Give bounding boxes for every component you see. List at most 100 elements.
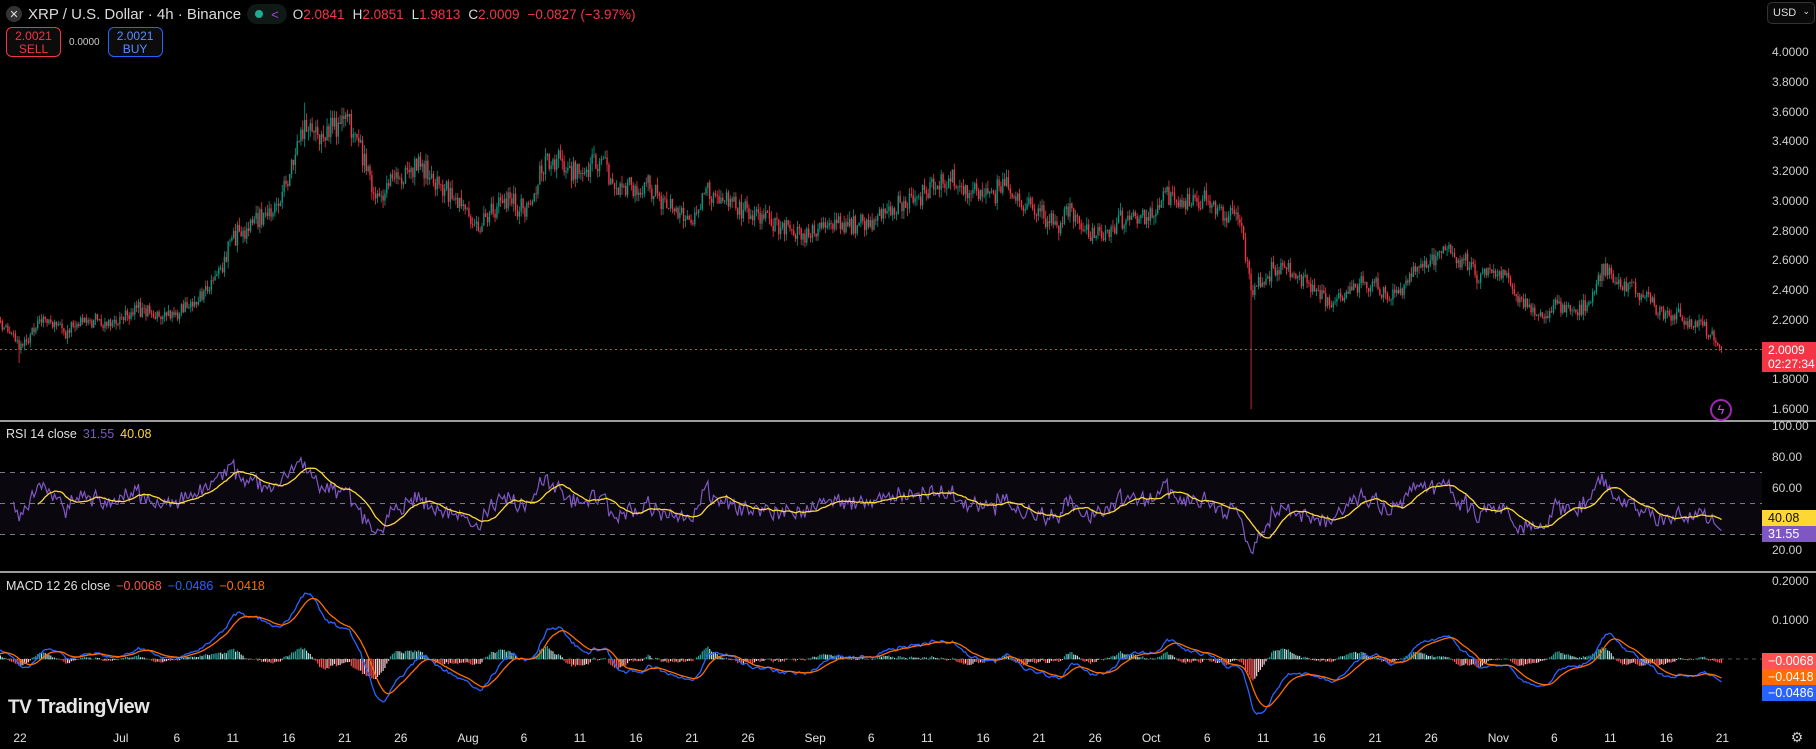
candle — [1526, 298, 1529, 307]
macd-histogram-bar — [641, 659, 644, 661]
macd-histogram-bar — [339, 659, 341, 665]
candle — [1457, 260, 1459, 264]
candle — [206, 286, 209, 292]
macd-histogram-bar — [244, 658, 246, 660]
macd-histogram-bar — [1340, 656, 1342, 660]
candle — [1388, 299, 1390, 301]
open-value: 2.0841 — [303, 6, 345, 22]
candle — [427, 160, 429, 180]
candle — [275, 203, 278, 205]
candle — [449, 187, 451, 202]
candle — [259, 209, 261, 228]
macd-histogram-bar — [1104, 658, 1107, 660]
macd-histogram-bar — [76, 659, 78, 660]
macd-histogram-bar — [854, 659, 856, 661]
macd-histogram-bar — [1069, 652, 1071, 660]
candle — [858, 223, 860, 226]
macd-histogram-bar — [559, 655, 561, 660]
macd-histogram-bar — [774, 659, 776, 661]
macd-histogram-bar — [765, 659, 767, 660]
macd-histogram-bar — [1704, 656, 1706, 660]
candle — [1153, 216, 1155, 218]
macd-histogram-bar — [1157, 657, 1159, 660]
macd-histogram-bar — [67, 659, 69, 664]
candle — [1003, 179, 1006, 186]
macd-histogram-bar — [582, 659, 584, 666]
macd-legend[interactable]: MACD 12 26 close −0.0068 −0.0486 −0.0418 — [6, 579, 265, 593]
candle — [147, 305, 149, 317]
macd-histogram-bar — [1035, 659, 1037, 664]
macd-histogram-bar — [1207, 659, 1209, 661]
candle — [1319, 290, 1321, 300]
lightning-icon[interactable]: ϟ — [1710, 399, 1732, 421]
macd-histogram-bar — [154, 659, 156, 663]
candle — [873, 219, 875, 230]
price-tick: 2.8000 — [1772, 223, 1809, 238]
candle — [1614, 281, 1616, 283]
candle — [378, 193, 381, 196]
currency-dropdown[interactable]: USD ⌄ — [1767, 2, 1815, 24]
tradingview-logo[interactable]: TV TradingView — [8, 696, 150, 719]
macd-histogram-bar — [1265, 659, 1267, 662]
macd-histogram-bar — [610, 659, 612, 665]
macd-histogram-bar — [1565, 654, 1568, 660]
chart-canvas[interactable] — [0, 0, 1816, 749]
candle — [1074, 215, 1077, 222]
macd-histogram-bar — [328, 659, 330, 669]
settings-icon[interactable]: ⚙ — [1788, 729, 1806, 747]
macd-histogram-bar — [457, 659, 459, 665]
candle — [87, 320, 89, 323]
candle — [438, 176, 440, 185]
macd-histogram-bar — [248, 659, 250, 660]
candle — [1254, 285, 1256, 295]
rsi-legend[interactable]: RSI 14 close 31.55 40.08 — [6, 427, 151, 441]
candle — [430, 173, 433, 178]
candle — [811, 225, 814, 238]
macd-histogram-bar — [1672, 659, 1674, 662]
sell-button[interactable]: 2.0021 SELL — [6, 27, 61, 57]
candle — [462, 204, 465, 207]
candle — [94, 314, 97, 320]
macd-histogram-bar — [1715, 659, 1717, 662]
candle — [5, 325, 7, 328]
candle — [931, 178, 933, 183]
macd-histogram-bar — [655, 657, 657, 660]
candle — [1283, 265, 1286, 268]
candle — [216, 274, 218, 277]
macd-histogram-bar — [1463, 659, 1465, 666]
macd-histogram-bar — [268, 659, 270, 662]
candle — [289, 174, 291, 186]
macd-tick: 0.2000 — [1772, 574, 1809, 588]
candle — [328, 126, 330, 138]
market-status[interactable]: < — [247, 4, 287, 24]
macd-histogram-bar — [630, 659, 632, 661]
ohlc-values: O2.0841 H2.0851 L1.9813 C2.0009 −0.0827 … — [292, 6, 636, 22]
macd-histogram-bar — [571, 659, 573, 667]
candle — [51, 322, 54, 328]
buy-button[interactable]: 2.0021 BUY — [107, 27, 163, 57]
candle — [238, 224, 241, 232]
candle — [481, 225, 483, 232]
tradingview-logo-icon: TV — [8, 696, 32, 718]
candle — [561, 158, 563, 162]
macd-histogram-bar — [905, 658, 907, 660]
macd-histogram-bar — [464, 659, 466, 663]
macd-histogram-bar — [1681, 658, 1683, 660]
candle — [122, 317, 125, 321]
candle — [804, 233, 806, 243]
macd-histogram-bar — [578, 659, 580, 666]
macd-histogram-bar — [1356, 653, 1359, 660]
symbol-title[interactable]: XRP / U.S. Dollar · 4h · Binance — [28, 6, 241, 23]
candle — [177, 312, 179, 320]
candle — [533, 193, 535, 202]
candle — [651, 188, 653, 200]
candle — [1007, 177, 1010, 189]
share-icon[interactable]: < — [271, 7, 279, 22]
candle — [598, 161, 601, 172]
candle — [1114, 227, 1116, 234]
macd-histogram-bar — [445, 659, 448, 663]
candle — [227, 241, 229, 262]
candle — [615, 188, 618, 189]
time-tick: Sep — [804, 731, 826, 745]
candle — [1446, 248, 1448, 250]
